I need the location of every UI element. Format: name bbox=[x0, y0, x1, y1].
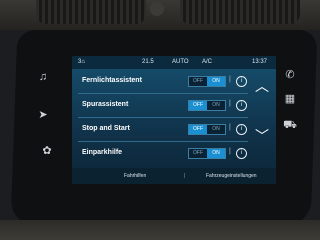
tab-divider: | bbox=[184, 173, 186, 179]
info-icon[interactable]: i bbox=[236, 124, 247, 135]
toggle-off[interactable]: OFF bbox=[189, 125, 207, 134]
grid-icon[interactable]: ▦ bbox=[283, 92, 297, 106]
list-item: Stop and Start OFF ON | i bbox=[78, 118, 248, 142]
home-icon[interactable]: 3⌂ bbox=[78, 59, 85, 65]
dashboard-top bbox=[0, 0, 320, 30]
info-icon[interactable]: i bbox=[236, 148, 247, 159]
phone-icon[interactable]: ✆ bbox=[283, 68, 297, 82]
music-note-icon[interactable]: ♫ bbox=[36, 70, 50, 84]
toggle-off[interactable]: OFF bbox=[189, 101, 207, 110]
tab-bar: Fahrhilfen | Fahrzeugeinstellungen bbox=[72, 168, 276, 184]
setting-label: Spurassistent bbox=[82, 101, 129, 108]
setting-label: Stop and Start bbox=[82, 125, 130, 132]
status-bar: 3⌂ 21.5 AUTO A/C 13:37 bbox=[72, 56, 276, 69]
divider: | bbox=[229, 100, 231, 107]
info-icon[interactable]: i bbox=[236, 76, 247, 87]
air-vent-left bbox=[36, 0, 146, 24]
toggle-on[interactable]: ON bbox=[207, 126, 225, 132]
tab-fahrzeugeinstellungen[interactable]: Fahrzeugeinstellungen bbox=[206, 173, 257, 179]
list-item: Fernlichtassistent OFF ON | i bbox=[78, 70, 248, 94]
car-icon[interactable]: ⛟ bbox=[283, 118, 297, 132]
climate-mode[interactable]: AUTO bbox=[172, 59, 189, 65]
setting-toggle[interactable]: OFF ON bbox=[188, 76, 226, 87]
scroll-up-icon[interactable]: ︿ bbox=[254, 78, 270, 94]
air-vent-right bbox=[180, 0, 300, 24]
setting-toggle[interactable]: OFF ON bbox=[188, 148, 226, 159]
list-item: Einparkhilfe OFF ON | i bbox=[78, 142, 248, 165]
temperature-readout[interactable]: 21.5 bbox=[142, 59, 154, 65]
divider: | bbox=[229, 148, 231, 155]
infotainment-screen: 3⌂ 21.5 AUTO A/C 13:37 Fernlichtassisten… bbox=[72, 56, 276, 184]
divider: | bbox=[229, 124, 231, 131]
setting-toggle[interactable]: OFF ON bbox=[188, 100, 226, 111]
vent-knob[interactable] bbox=[150, 2, 164, 16]
tab-fahrhilfen[interactable]: Fahrhilfen bbox=[124, 173, 146, 179]
setting-label: Fernlichtassistent bbox=[82, 77, 142, 84]
divider: | bbox=[229, 76, 231, 83]
toggle-off[interactable]: OFF bbox=[189, 150, 207, 156]
toggle-on[interactable]: ON bbox=[207, 149, 225, 158]
setting-toggle[interactable]: OFF ON bbox=[188, 124, 226, 135]
setting-label: Einparkhilfe bbox=[82, 149, 123, 156]
clock: 13:37 bbox=[252, 59, 268, 65]
ac-indicator[interactable]: A/C bbox=[202, 59, 212, 65]
info-icon[interactable]: i bbox=[236, 100, 247, 111]
toggle-on[interactable]: ON bbox=[207, 102, 225, 108]
apps-icon[interactable]: ✿ bbox=[40, 144, 54, 158]
navigation-icon[interactable]: ➤ bbox=[36, 108, 50, 122]
dashboard-bottom bbox=[0, 220, 320, 240]
settings-list: Fernlichtassistent OFF ON | i Spurassist… bbox=[78, 70, 248, 165]
toggle-off[interactable]: OFF bbox=[189, 78, 207, 84]
scroll-down-icon[interactable]: ﹀ bbox=[254, 128, 270, 144]
toggle-on[interactable]: ON bbox=[207, 77, 225, 86]
list-item: Spurassistent OFF ON | i bbox=[78, 94, 248, 118]
